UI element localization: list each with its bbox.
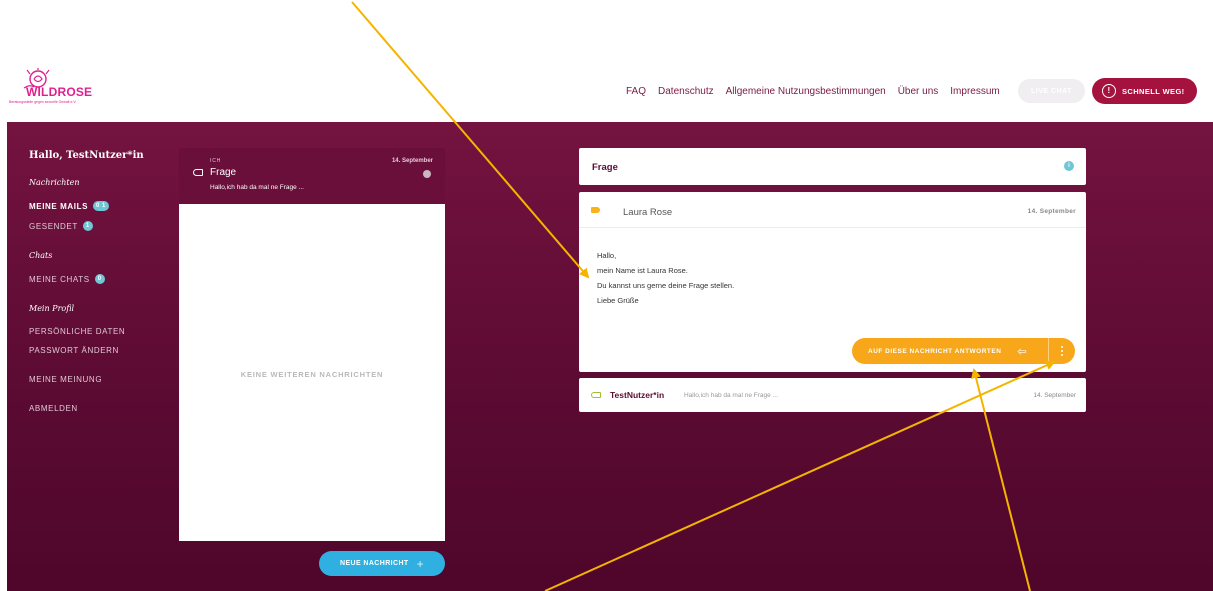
- empty-list-text: KEINE WEITEREN NACHRICHTEN: [240, 370, 384, 379]
- row-date: 14. September: [1033, 392, 1076, 399]
- dot: [1061, 350, 1063, 352]
- tag-icon: [591, 207, 600, 213]
- sidebar: Hallo, TestNutzer*in Nachrichten MEINE M…: [29, 150, 159, 423]
- sidebar-item-my-opinion[interactable]: MEINE MEINUNG: [29, 375, 159, 384]
- row-preview: Hallo,ich hab da mal ne Frage ...: [684, 392, 778, 399]
- thread-title-bar: Frage i: [579, 148, 1086, 185]
- new-message-button[interactable]: NEUE NACHRICHT +: [319, 551, 445, 576]
- dot: [1061, 354, 1063, 356]
- sidebar-item-personal-data[interactable]: PERSÖNLICHE DATEN: [29, 327, 159, 336]
- section-title-profile: Mein Profil: [29, 304, 75, 313]
- message-list-item-selected[interactable]: ICH 14. September Frage Hallo,ich hab da…: [179, 148, 445, 204]
- section-title-chats: Chats: [29, 251, 53, 260]
- reply-button-group: AUF DIESE NACHRICHT ANTWORTEN ⇦: [852, 338, 1075, 364]
- chat-count-badge: 0: [94, 274, 105, 284]
- sidebar-item-logout[interactable]: ABMELDEN: [29, 404, 159, 413]
- nav-link-impressum[interactable]: Impressum: [950, 86, 999, 97]
- nav-link-nutzungsbestimmungen[interactable]: Allgemeine Nutzungsbestimmungen: [726, 86, 886, 97]
- sidebar-item-label: GESENDET: [29, 221, 78, 231]
- message-preview: Hallo,ich hab da mal ne Frage ...: [210, 184, 304, 191]
- sidebar-item-sent[interactable]: GESENDET 1: [29, 221, 159, 231]
- message-card: Laura Rose 14. September Hallo, mein Nam…: [579, 192, 1086, 372]
- wildrose-logo[interactable]: WILDROSE Beratungsstelle gegen sexuelle …: [8, 68, 98, 118]
- message-subject: Frage: [210, 167, 237, 178]
- row-sender: TestNutzer*in: [610, 390, 665, 400]
- nav-link-ueber-uns[interactable]: Über uns: [898, 86, 939, 97]
- message-line: Du kannst uns gerne deine Frage stellen.: [597, 281, 735, 290]
- more-options-button[interactable]: [1048, 338, 1075, 364]
- tag-icon: [193, 169, 203, 176]
- logo-wordmark: WILDROSE: [26, 85, 93, 99]
- message-list: KEINE WEITEREN NACHRICHTEN: [179, 204, 445, 541]
- plus-icon: +: [416, 556, 425, 571]
- info-icon[interactable]: i: [1064, 161, 1074, 171]
- message-body: Hallo, mein Name ist Laura Rose. Du kann…: [597, 248, 734, 308]
- new-message-label: NEUE NACHRICHT: [339, 560, 409, 567]
- quick-exit-label: SCHNELL WEG!: [1122, 86, 1185, 96]
- nav-link-datenschutz[interactable]: Datenschutz: [658, 86, 714, 97]
- thread-title: Frage: [592, 162, 618, 173]
- sidebar-item-my-mails[interactable]: MEINE MAILS 0 1: [29, 201, 159, 211]
- top-nav: FAQ Datenschutz Allgemeine Nutzungsbesti…: [626, 86, 1012, 97]
- site-header: WILDROSE Beratungsstelle gegen sexuelle …: [0, 0, 1213, 122]
- sidebar-item-label: MEINE MAILS: [29, 201, 89, 211]
- reply-arrow-icon: ⇦: [1017, 345, 1028, 358]
- quick-exit-button[interactable]: ! SCHNELL WEG!: [1092, 78, 1197, 104]
- mail-count-badge: 0 1: [93, 201, 109, 211]
- message-line: Liebe Grüße: [597, 296, 639, 305]
- thread-message-row[interactable]: TestNutzer*in Hallo,ich hab da mal ne Fr…: [579, 378, 1086, 412]
- message-from: ICH: [210, 158, 222, 164]
- dot: [1061, 346, 1063, 348]
- reply-button[interactable]: AUF DIESE NACHRICHT ANTWORTEN ⇦: [852, 338, 1048, 364]
- logo-tagline: Beratungsstelle gegen sexuelle Gewalt e.…: [9, 100, 77, 104]
- nav-link-faq[interactable]: FAQ: [626, 86, 646, 97]
- sidebar-item-change-password[interactable]: PASSWORT ÄNDERN: [29, 346, 159, 355]
- sidebar-item-label: MEINE CHATS: [29, 274, 90, 284]
- sidebar-item-my-chats[interactable]: MEINE CHATS 0: [29, 274, 159, 284]
- live-chat-button[interactable]: LIVE CHAT: [1018, 79, 1085, 103]
- message-sender: Laura Rose: [623, 207, 673, 218]
- message-status-dot: [423, 170, 431, 178]
- section-title-messages: Nachrichten: [29, 178, 80, 187]
- main-content: Hallo, TestNutzer*in Nachrichten MEINE M…: [7, 122, 1213, 591]
- message-line: Hallo,: [597, 251, 617, 260]
- message-header: Laura Rose 14. September: [579, 192, 1086, 228]
- message-line: mein Name ist Laura Rose.: [597, 266, 688, 275]
- mail-count-unread: 0: [96, 203, 100, 209]
- user-greeting: Hallo, TestNutzer*in: [29, 150, 144, 161]
- message-date: 14. September: [391, 158, 433, 164]
- page: WILDROSE Beratungsstelle gegen sexuelle …: [0, 0, 1213, 591]
- message-date: 14. September: [1027, 208, 1076, 215]
- mail-count-total: 1: [101, 203, 106, 209]
- exclamation-icon: !: [1102, 84, 1116, 98]
- tag-icon: [591, 392, 601, 398]
- reply-label: AUF DIESE NACHRICHT ANTWORTEN: [868, 347, 1002, 355]
- sent-count-badge: 1: [82, 221, 93, 231]
